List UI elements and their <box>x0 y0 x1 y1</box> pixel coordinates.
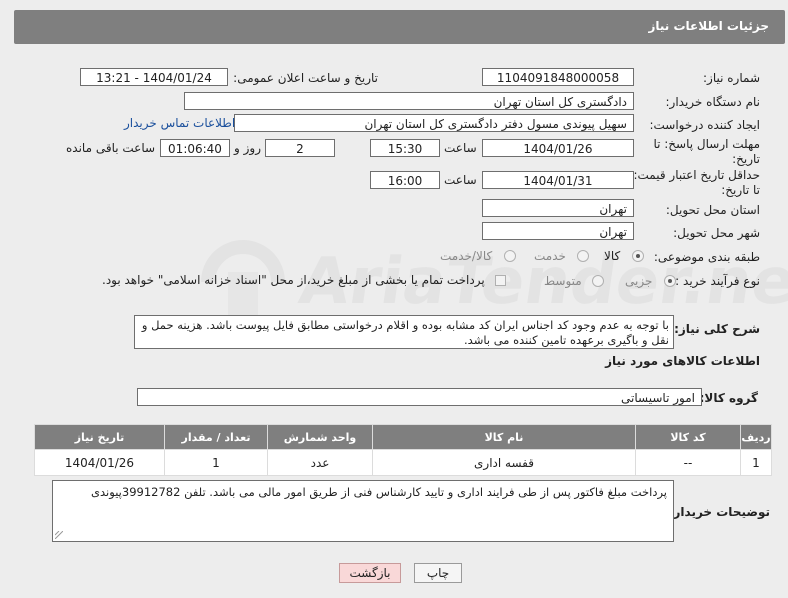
days-label: روز و <box>234 141 261 155</box>
print-button[interactable]: چاپ <box>414 563 462 583</box>
creator-label: ایجاد کننده درخواست: <box>649 118 760 132</box>
treasury-payment-note: پرداخت تمام یا بخشی از مبلغ خرید،از محل … <box>102 273 485 287</box>
resize-handle-icon[interactable] <box>55 531 63 539</box>
deadline-date-field: 1404/01/26 <box>482 139 634 157</box>
goods-section-title: اطلاعات کالاهای مورد نیاز <box>605 354 760 368</box>
process-label: نوع فرآیند خرید : <box>675 274 760 288</box>
buyer-notes-label: توضیحات خریدار: <box>668 505 770 519</box>
province-label: استان محل تحویل: <box>665 203 760 217</box>
category-label: طبقه بندی موضوعی: <box>653 250 760 264</box>
creator-field: سهیل پیوندی مسول دفتر دادگستری کل استان … <box>234 114 634 132</box>
buyer-notes-textarea[interactable]: پرداخت مبلغ فاکتور پس از طی فرایند اداری… <box>52 480 674 542</box>
remaining-label: ساعت باقی مانده <box>66 141 156 155</box>
announce-label: تاریخ و ساعت اعلان عمومی: <box>233 71 378 85</box>
announce-field: 1404/01/24 - 13:21 <box>80 68 228 86</box>
min-price-time-field: 16:00 <box>370 171 440 189</box>
contact-info-link[interactable]: اطلاعات تماس خریدار <box>124 116 235 130</box>
col-name: نام کالا <box>372 424 636 450</box>
col-unit: واحد شمارش <box>267 424 373 450</box>
goods-group-field: امور تاسیساتی <box>137 388 702 406</box>
min-price-label: حداقل تاریخ اعتبار قیمت: <box>633 168 760 182</box>
min-price-label-2: تا تاریخ: <box>721 183 760 197</box>
process-option-medium: متوسط <box>544 274 582 288</box>
cell-name: قفسه اداری <box>372 449 636 476</box>
min-price-time-label: ساعت <box>444 173 477 187</box>
category-radio-both[interactable] <box>504 250 516 262</box>
deadline-label: مهلت ارسال پاسخ: تا <box>653 137 760 151</box>
goods-table-header: ردیف کد کالا نام کالا واحد شمارش تعداد /… <box>34 424 772 450</box>
category-option-service: خدمت <box>534 249 566 263</box>
page-title: جزئیات اطلاعات نیاز <box>648 19 769 33</box>
city-field: تهران <box>482 222 634 240</box>
description-textarea[interactable]: با توجه به عدم وجود کد اجناس ایران کد مش… <box>134 315 674 349</box>
min-price-date-field: 1404/01/31 <box>482 171 634 189</box>
need-number-label: شماره نیاز: <box>703 71 760 85</box>
process-radio-minor[interactable] <box>664 275 676 287</box>
cell-row: 1 <box>740 449 772 476</box>
description-text: با توجه به عدم وجود کد اجناس ایران کد مش… <box>141 318 669 347</box>
col-row: ردیف <box>740 424 772 450</box>
col-qty: تعداد / مقدار <box>164 424 268 450</box>
deadline-time-field: 15:30 <box>370 139 440 157</box>
goods-group-label: گروه کالا: <box>699 391 758 405</box>
cell-code: -- <box>635 449 741 476</box>
category-radio-service[interactable] <box>577 250 589 262</box>
category-option-goods: کالا <box>604 249 621 263</box>
city-label: شهر محل تحویل: <box>673 226 760 240</box>
category-radio-goods[interactable] <box>632 250 644 262</box>
remaining-time-field: 01:06:40 <box>160 139 230 157</box>
cell-qty: 1 <box>164 449 268 476</box>
province-field: تهران <box>482 199 634 217</box>
goods-table: ردیف کد کالا نام کالا واحد شمارش تعداد /… <box>34 424 772 476</box>
treasury-payment-checkbox[interactable] <box>495 275 506 286</box>
buyer-org-field: دادگستری کل استان تهران <box>184 92 634 110</box>
category-option-both: کالا/خدمت <box>440 249 493 263</box>
cell-date: 1404/01/26 <box>34 449 165 476</box>
cell-unit: عدد <box>267 449 373 476</box>
need-number-field: 1104091848000058 <box>482 68 634 86</box>
col-code: کد کالا <box>635 424 741 450</box>
process-radio-medium[interactable] <box>592 275 604 287</box>
buyer-notes-text: پرداخت مبلغ فاکتور پس از طی فرایند اداری… <box>91 485 667 499</box>
back-button[interactable]: بازگشت <box>339 563 401 583</box>
process-option-minor: جزیی <box>625 274 653 288</box>
title-bar: جزئیات اطلاعات نیاز <box>14 10 785 44</box>
description-label: شرح کلی نیاز: <box>674 322 760 336</box>
table-row: 1 -- قفسه اداری عدد 1 1404/01/26 <box>34 449 772 476</box>
days-field: 2 <box>265 139 335 157</box>
buyer-org-label: نام دستگاه خریدار: <box>665 95 761 109</box>
deadline-time-label: ساعت <box>444 141 477 155</box>
deadline-label-2: تاریخ: <box>732 152 760 166</box>
col-date: تاریخ نیاز <box>34 424 165 450</box>
